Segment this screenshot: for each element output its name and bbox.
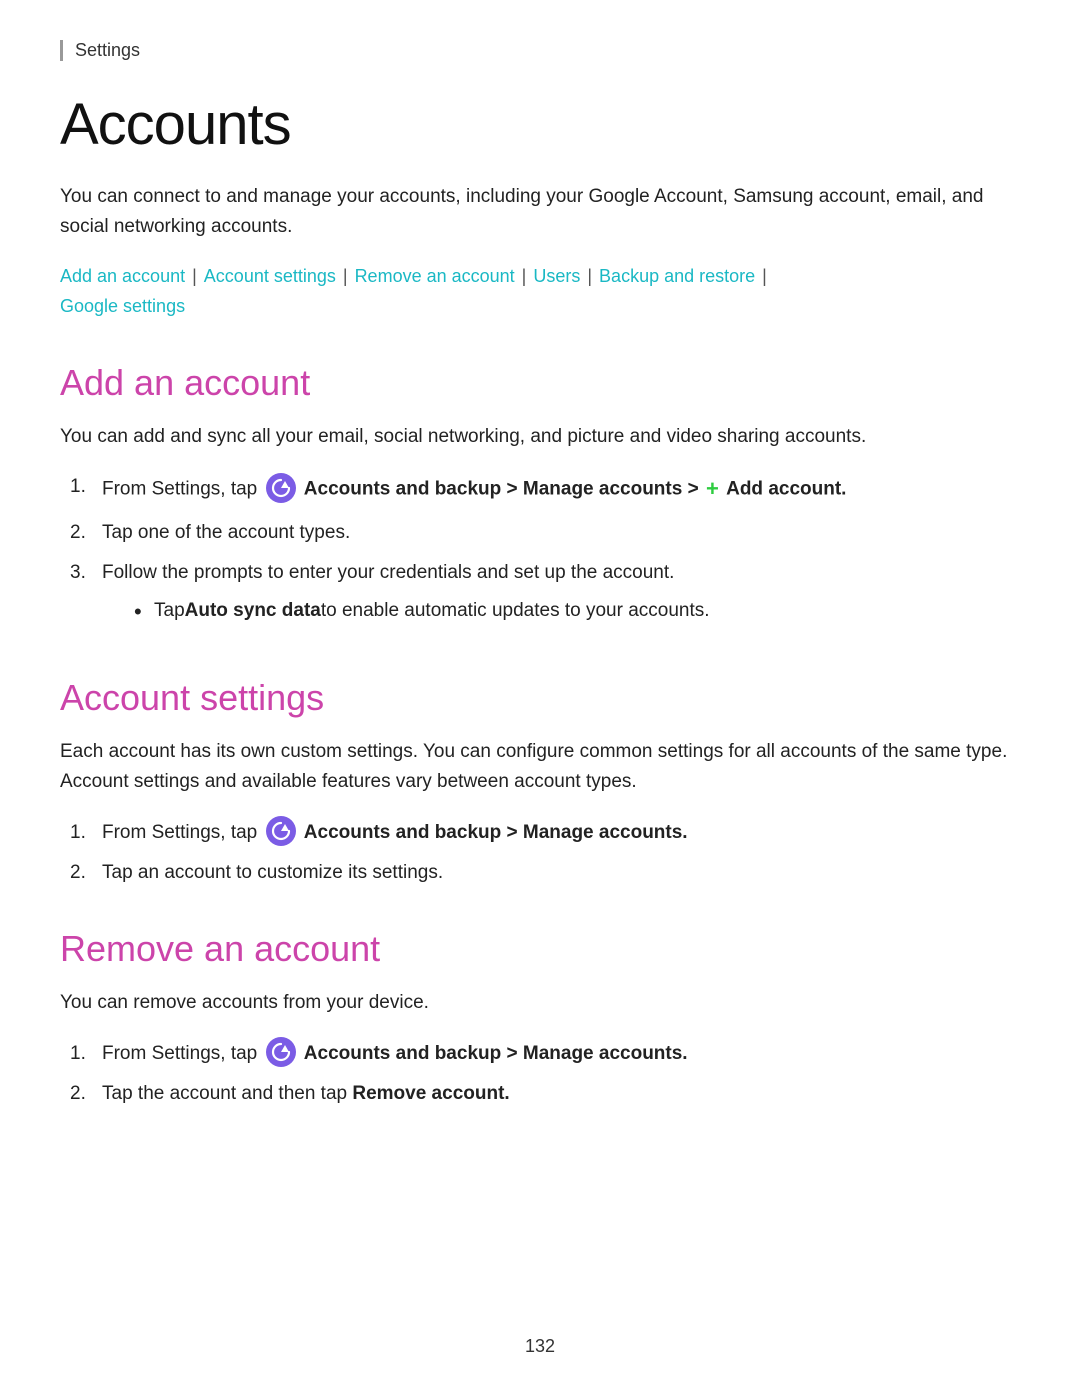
section-title-add: Add an account xyxy=(60,362,1020,404)
nav-link-backup[interactable]: Backup and restore xyxy=(599,266,755,286)
nav-link-account-settings[interactable]: Account settings xyxy=(204,266,336,286)
page-container: Settings Accounts You can connect to and… xyxy=(0,0,1080,1229)
list-item: 3. Follow the prompts to enter your cred… xyxy=(60,558,1020,637)
list-item: 2. Tap the account and then tap Remove a… xyxy=(60,1079,1020,1109)
section-title-settings: Account settings xyxy=(60,677,1020,719)
nav-links: Add an account | Account settings | Remo… xyxy=(60,261,1020,322)
bullet-item: Tap Auto sync data to enable automatic u… xyxy=(134,596,1020,626)
nav-link-users[interactable]: Users xyxy=(533,266,580,286)
section-desc-remove: You can remove accounts from your device… xyxy=(60,988,1020,1018)
accounts-backup-icon-3 xyxy=(266,1037,296,1067)
list-item: 1. From Settings, tap Accounts and backu… xyxy=(60,472,1020,507)
list-item: 1. From Settings, tap Accounts and backu… xyxy=(60,818,1020,848)
section-remove-account: Remove an account You can remove account… xyxy=(60,928,1020,1109)
section-title-remove: Remove an account xyxy=(60,928,1020,970)
section-add-account: Add an account You can add and sync all … xyxy=(60,362,1020,637)
nav-link-remove-account[interactable]: Remove an account xyxy=(355,266,515,286)
section-desc-add: You can add and sync all your email, soc… xyxy=(60,422,1020,452)
section-desc-settings: Each account has its own custom settings… xyxy=(60,737,1020,798)
page-description: You can connect to and manage your accou… xyxy=(60,182,1020,243)
account-settings-steps: 1. From Settings, tap Accounts and backu… xyxy=(60,818,1020,889)
list-item: 1. From Settings, tap Accounts and backu… xyxy=(60,1039,1020,1069)
list-item: 2. Tap one of the account types. xyxy=(60,518,1020,548)
accounts-backup-icon-2 xyxy=(266,816,296,846)
nav-link-google-settings[interactable]: Google settings xyxy=(60,296,185,316)
remove-account-steps: 1. From Settings, tap Accounts and backu… xyxy=(60,1039,1020,1110)
list-item: 2. Tap an account to customize its setti… xyxy=(60,858,1020,888)
page-number: 132 xyxy=(0,1336,1080,1357)
page-title: Accounts xyxy=(60,91,1020,158)
breadcrumb: Settings xyxy=(60,40,1020,61)
add-account-steps: 1. From Settings, tap Accounts and backu… xyxy=(60,472,1020,636)
accounts-backup-icon xyxy=(266,473,296,503)
plus-icon: + xyxy=(706,471,719,506)
nav-link-add-account[interactable]: Add an account xyxy=(60,266,185,286)
section-account-settings: Account settings Each account has its ow… xyxy=(60,677,1020,889)
